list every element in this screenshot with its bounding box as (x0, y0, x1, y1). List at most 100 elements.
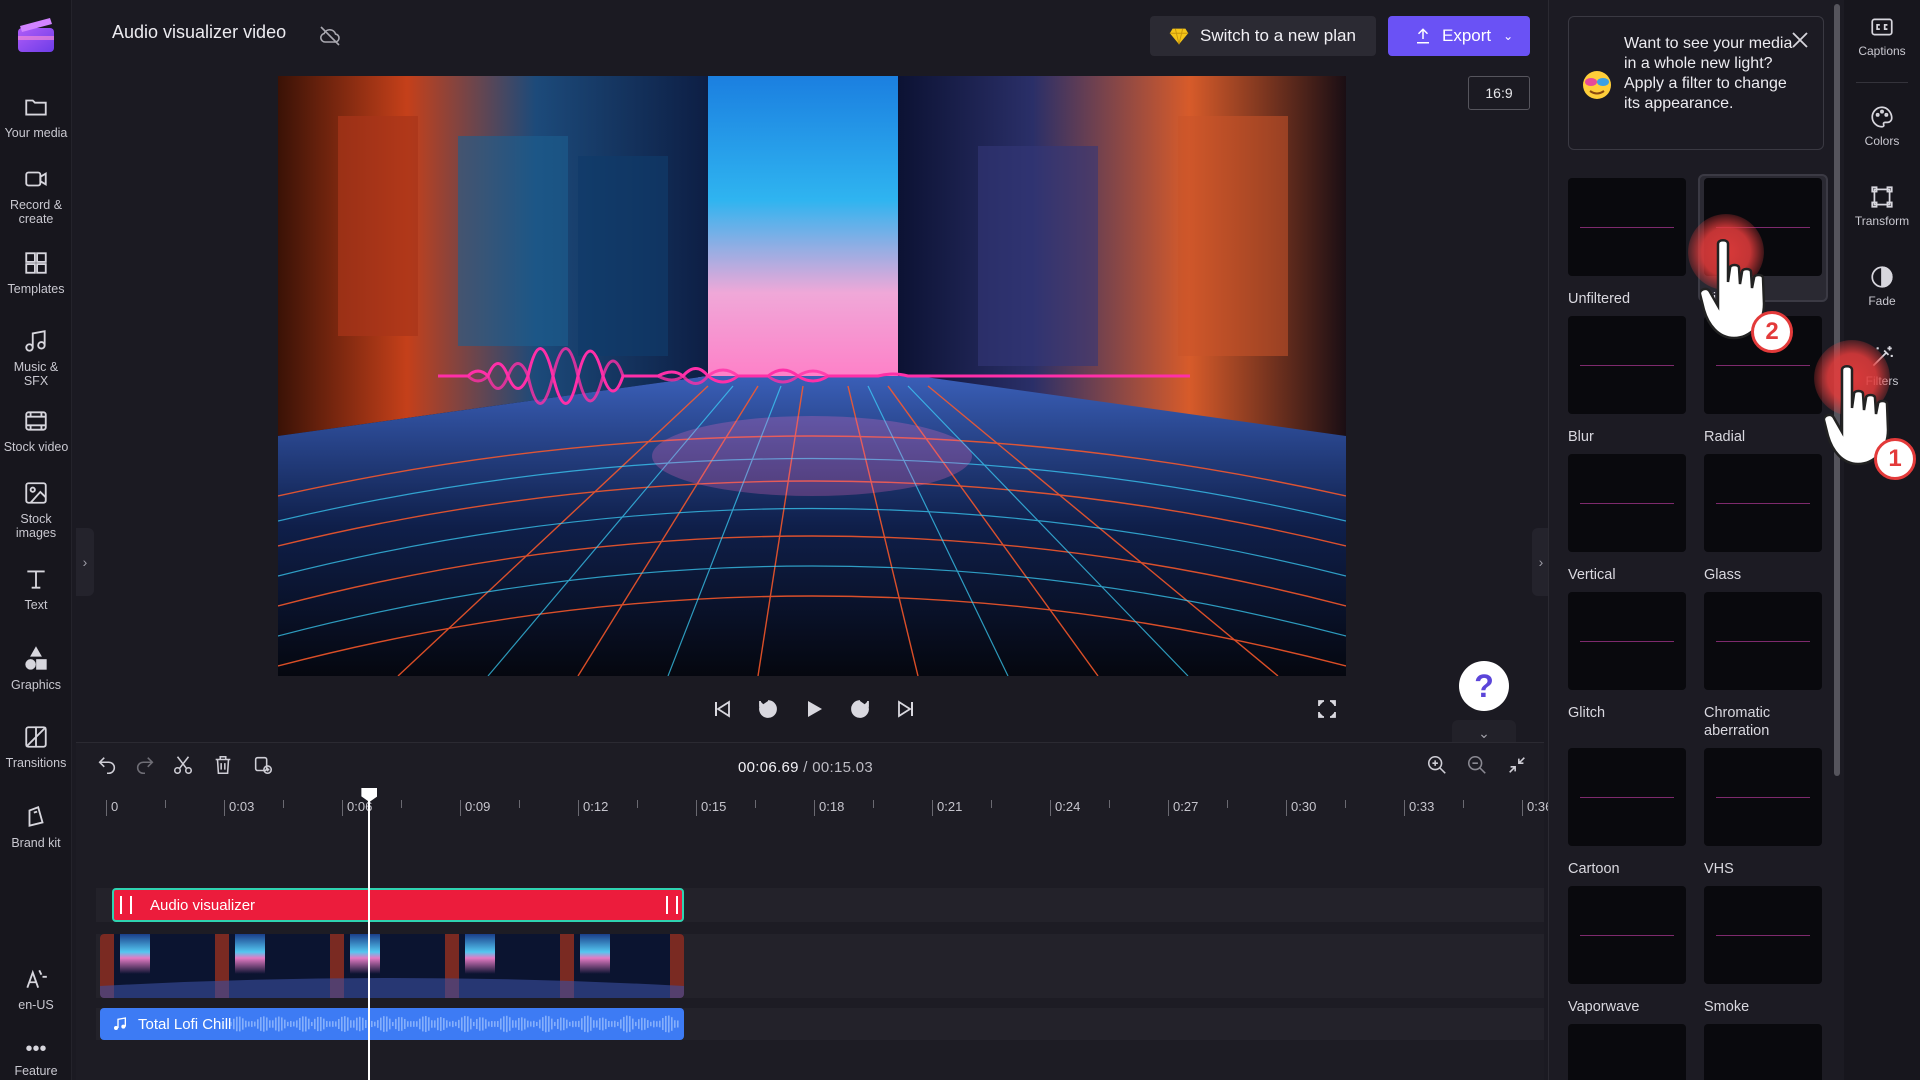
clip-start-handle[interactable] (120, 896, 132, 914)
chevron-down-icon: ⌄ (1478, 725, 1490, 741)
transitions-icon (23, 724, 49, 750)
nav-text[interactable]: Text (0, 566, 72, 612)
ruler-tick-label: 0:24 (1050, 800, 1080, 816)
playhead[interactable] (368, 798, 371, 1080)
nav-your-media[interactable]: Your media (0, 94, 72, 140)
more-icon: ••• (25, 1038, 47, 1060)
filter-thumbnail[interactable] (1568, 886, 1686, 984)
chevron-down-icon: ⌄ (1503, 29, 1514, 43)
filter-thumbnail[interactable] (1704, 592, 1822, 690)
nav-music-sfx[interactable]: Music & SFX (0, 328, 72, 388)
redo-icon (136, 757, 154, 775)
video-preview[interactable] (278, 76, 1346, 676)
nav-label: Graphics (10, 678, 62, 692)
chevron-right-icon: › (1538, 554, 1544, 570)
filter-thumbnail[interactable] (1568, 592, 1686, 690)
project-title[interactable]: Audio visualizer video (112, 22, 286, 43)
filter-preview-line (1716, 365, 1810, 366)
nav-label: Music & SFX (13, 360, 59, 388)
close-icon[interactable] (1790, 30, 1810, 50)
expand-left-panel-button[interactable]: › (76, 528, 94, 596)
help-button[interactable]: ? (1459, 661, 1509, 711)
forward-5s-button[interactable] (845, 694, 875, 724)
ruler-minor-tick (755, 800, 756, 808)
skip-to-start-button[interactable] (707, 694, 737, 724)
redo-button[interactable] (134, 754, 160, 780)
nav-label: Brand kit (11, 836, 61, 850)
music-icon (23, 328, 49, 354)
filter-thumbnail[interactable] (1568, 178, 1686, 276)
ruler-tick-label: 0:18 (814, 800, 844, 816)
rail-captions[interactable]: Captions (1844, 14, 1920, 58)
filter-preview-line (1580, 935, 1674, 936)
filter-label: Vaporwave (1568, 999, 1640, 1015)
rail-colors[interactable]: Colors (1844, 104, 1920, 148)
filter-preview-line (1580, 641, 1674, 642)
filter-thumbnail[interactable] (1704, 454, 1822, 552)
rail-label: Transform (1854, 214, 1910, 228)
zoom-out-button[interactable] (1466, 754, 1492, 780)
ruler-minor-tick (1109, 800, 1110, 808)
nav-label: Text (24, 598, 48, 612)
rail-divider (1856, 82, 1908, 83)
rewind-icon (759, 700, 777, 718)
export-button[interactable]: Export ⌄ (1388, 16, 1530, 56)
nav-language[interactable]: en-US (0, 966, 72, 1012)
nav-label: Transitions (5, 756, 67, 770)
nav-brand-kit[interactable]: Brand kit (0, 804, 72, 850)
audio-clip[interactable]: Total Lofi Chill (100, 1008, 684, 1040)
nav-label: Record & (9, 198, 63, 212)
left-navigation: Your media Record & create Templates Mus… (0, 0, 72, 1080)
aspect-ratio-button[interactable]: 16:9 (1468, 76, 1530, 110)
total-time: 00:15.03 (812, 759, 873, 776)
filter-thumbnail[interactable] (1704, 1024, 1822, 1080)
switch-plan-button[interactable]: Switch to a new plan (1150, 16, 1376, 56)
nav-stock-images[interactable]: Stock images (0, 480, 72, 540)
filter-preview-line (1580, 365, 1674, 366)
skip-to-end-button[interactable] (891, 694, 921, 724)
fast-forward-icon (851, 700, 869, 718)
clip-end-handle[interactable] (666, 896, 678, 914)
time-separator: / (798, 759, 813, 776)
filter-thumbnail[interactable] (1568, 454, 1686, 552)
delete-button[interactable] (212, 754, 238, 780)
zoom-out-icon (1467, 755, 1486, 774)
nav-label: en-US (18, 998, 54, 1012)
timeline-ruler[interactable]: 0 0:03 0:06 0:09 0:12 0:15 0:18 0:21 0:24 0:27 0:3… (96, 792, 1552, 822)
rail-fade[interactable]: Fade (1844, 264, 1920, 308)
scissors-icon (173, 756, 193, 775)
nav-stock-video[interactable]: Stock video (0, 408, 72, 454)
fit-timeline-button[interactable] (1506, 754, 1532, 780)
split-button[interactable] (172, 754, 198, 780)
zoom-in-button[interactable] (1426, 754, 1452, 780)
audio-visualizer-clip[interactable]: Audio visualizer (112, 888, 684, 922)
filter-label: Smoke (1704, 999, 1750, 1015)
nav-feature[interactable]: ••• Feature (0, 1038, 72, 1078)
text-icon (23, 566, 49, 592)
play-icon (808, 701, 822, 717)
video-clip[interactable] (100, 934, 684, 998)
filter-thumbnail[interactable] (1568, 748, 1686, 846)
filter-preview-line (1716, 503, 1810, 504)
nav-transitions[interactable]: Transitions (0, 724, 72, 770)
ruler-minor-tick (1227, 800, 1228, 808)
undo-button[interactable] (96, 754, 122, 780)
fade-icon (1869, 264, 1895, 290)
nav-templates[interactable]: Templates (0, 250, 72, 296)
filter-thumbnail[interactable] (1704, 886, 1822, 984)
play-button[interactable] (799, 694, 829, 724)
fullscreen-button[interactable] (1312, 694, 1342, 724)
rewind-5s-button[interactable] (753, 694, 783, 724)
rail-transform[interactable]: Transform (1844, 184, 1920, 228)
nav-graphics[interactable]: Graphics (0, 646, 72, 692)
ruler-minor-tick (637, 800, 638, 808)
duplicate-button[interactable] (252, 754, 278, 780)
filter-thumbnail[interactable] (1704, 748, 1822, 846)
filter-label: Blur (1568, 429, 1594, 445)
zoom-in-icon (1427, 755, 1446, 774)
filter-thumbnail[interactable] (1568, 1024, 1686, 1080)
filter-label: Glitch (1568, 705, 1606, 721)
filter-preview-line (1580, 503, 1674, 504)
filter-thumbnail[interactable] (1568, 316, 1686, 414)
nav-record-create[interactable]: Record & create (0, 166, 72, 226)
